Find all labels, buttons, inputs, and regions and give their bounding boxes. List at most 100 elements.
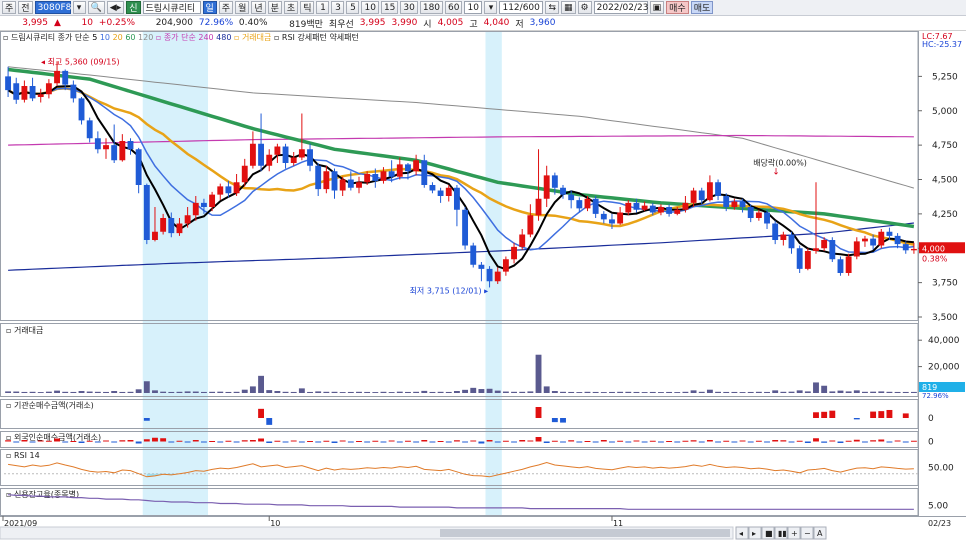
- foreign-bar: [870, 440, 877, 442]
- market-stock-button[interactable]: 주: [2, 1, 17, 14]
- foreign-bar: [225, 440, 232, 442]
- sell-button[interactable]: 매도: [690, 1, 714, 14]
- foreign-bar: [86, 440, 93, 442]
- candle-body: [821, 240, 828, 249]
- volume-bar: [45, 391, 52, 393]
- foreign-bar: [21, 440, 28, 442]
- search-icon[interactable]: 🔍: [87, 1, 105, 14]
- candle-body: [494, 271, 501, 282]
- foreign-bar: [192, 440, 199, 442]
- rsi-panel-title: ▫ RSI 14: [6, 451, 40, 460]
- volume-bar: [747, 391, 754, 393]
- count-field[interactable]: 112/600: [499, 1, 544, 14]
- x-axis-last-label: 02/23: [928, 519, 951, 528]
- candle-body: [282, 146, 289, 163]
- market-all-button[interactable]: 전: [18, 1, 33, 14]
- candle-body: [323, 171, 330, 190]
- foreign-bar: [127, 440, 134, 442]
- volume-bar: [698, 391, 705, 393]
- volume-bar: [347, 391, 354, 393]
- calendar-icon[interactable]: ▣: [649, 1, 665, 14]
- high-price: 4,040: [483, 18, 510, 28]
- volume-bar: [421, 390, 428, 393]
- minute-60-button[interactable]: 60: [445, 1, 463, 14]
- period-tick-button[interactable]: 틱: [300, 1, 315, 14]
- period-minute-button[interactable]: 분: [267, 1, 282, 14]
- period-week-button[interactable]: 주: [218, 1, 234, 14]
- minute-30-button[interactable]: 30: [400, 1, 418, 14]
- minute-value-input[interactable]: 10: [464, 1, 483, 14]
- volume-bar: [560, 391, 566, 393]
- volume-bar: [143, 381, 150, 393]
- foreign-bar: [135, 441, 142, 444]
- period-day-button[interactable]: 일: [202, 1, 217, 14]
- volume-bar: [731, 391, 738, 393]
- candle-body: [143, 185, 150, 240]
- candle-body: [755, 212, 762, 218]
- volume-bar: [715, 391, 722, 393]
- foreign-bar: [339, 440, 346, 442]
- volume-bar: [633, 391, 640, 393]
- stock-code-input[interactable]: 3080F8: [34, 1, 71, 14]
- candle-body: [862, 238, 868, 242]
- minute-1-button[interactable]: 1: [316, 1, 330, 14]
- volume-bar: [878, 391, 885, 393]
- volume-bar: [413, 391, 420, 393]
- minute-5-button[interactable]: 5: [346, 1, 360, 14]
- legend-volume: ▫ 거래대금: [234, 33, 274, 42]
- foreign-bar: [764, 441, 770, 443]
- minute-10-button[interactable]: 10: [361, 1, 379, 14]
- foreign-bar: [29, 441, 36, 443]
- code-dropdown-icon[interactable]: ▾: [72, 1, 86, 14]
- minute-dropdown-icon[interactable]: ▾: [484, 1, 498, 14]
- stock-name-field[interactable]: 드림시큐리티: [142, 1, 201, 14]
- candle-body: [331, 171, 338, 191]
- foreign-bar: [788, 441, 795, 443]
- change-value: 10: [81, 18, 93, 28]
- candle-body: [176, 223, 183, 234]
- period-year-button[interactable]: 년: [251, 1, 266, 14]
- hc-label: HC:-25.37: [922, 40, 962, 49]
- volume-bar: [200, 391, 207, 393]
- foreign-bar: [307, 441, 313, 442]
- price-axis-label: 4,500: [932, 176, 958, 186]
- minute-3-button[interactable]: 3: [331, 1, 345, 14]
- scroll-control-icon: ◂: [739, 529, 743, 538]
- period-month-button[interactable]: 월: [235, 1, 250, 14]
- foreign-bar: [657, 441, 664, 443]
- grid-icon[interactable]: ▦: [561, 1, 576, 14]
- volume-panel-title: ▫ 거래대금: [6, 326, 43, 335]
- minute-15-button[interactable]: 15: [380, 1, 399, 14]
- legend-ma-10: 10: [100, 33, 113, 42]
- period-second-button[interactable]: 초: [283, 1, 299, 14]
- candle-body: [682, 202, 689, 210]
- candle-body: [878, 231, 885, 246]
- stock-chart[interactable]: 5,250 5,000 4,750 4,500 4,250 4,000 3,750 3,500…: [0, 31, 966, 540]
- dividend-annotation: 배당락(0.00%): [753, 157, 807, 167]
- volume-bar: [462, 389, 469, 393]
- foreign-bar: [486, 440, 493, 442]
- legend-ma-60: 60: [125, 33, 138, 42]
- settings-icon[interactable]: ⚙: [577, 1, 592, 14]
- buy-button[interactable]: 매수: [666, 1, 689, 14]
- candle-body: [641, 205, 648, 210]
- foreign-bar: [103, 440, 109, 442]
- new-tag: 신: [126, 1, 141, 14]
- candle-body: [560, 187, 566, 195]
- price-axis-label: 3,500: [932, 313, 958, 323]
- candle-body: [200, 202, 207, 207]
- prev-next-icon[interactable]: ◀▸: [106, 1, 125, 14]
- foreign-bar: [37, 440, 44, 442]
- foreign-bar: [396, 441, 403, 443]
- foreign-bar: [388, 440, 395, 442]
- credit-axis-label: 5.00: [928, 502, 948, 512]
- date-input[interactable]: 2022/02/23: [593, 1, 649, 14]
- candle-body: [886, 231, 893, 236]
- candle-body: [902, 244, 909, 251]
- candle-body: [478, 264, 485, 269]
- minute-180-button[interactable]: 180: [419, 1, 444, 14]
- foreign-bar: [853, 439, 860, 442]
- zoom-icon[interactable]: ⇆: [545, 1, 560, 14]
- foreign-bar: [878, 439, 885, 442]
- candle-body: [633, 202, 640, 210]
